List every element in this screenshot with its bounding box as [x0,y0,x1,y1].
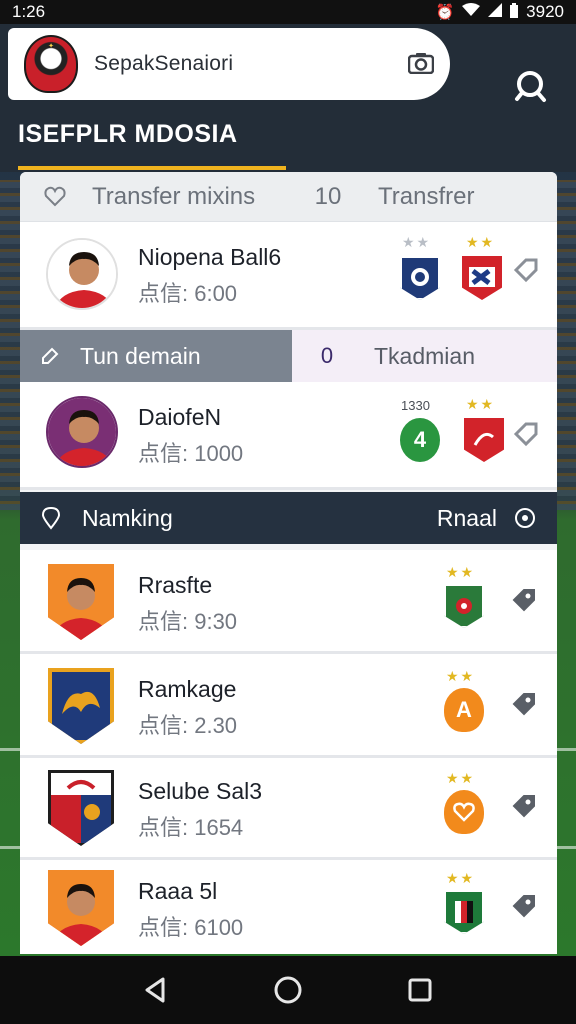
sub-tab-label: Tun demain [80,342,201,369]
player-name: Raaa 5l [138,878,218,904]
player-value: 点信: 6:00 [138,281,238,306]
club-badge [444,790,484,834]
alarm-icon: ⏰ [435,4,455,21]
tag-icon[interactable] [512,256,540,284]
club-badge: 4 [400,418,440,462]
tab-label: Transfer mixins [92,183,256,210]
status-time: 1:26 [12,2,46,21]
status-icons: ⏰ 3920 [435,2,564,22]
player-name: Niopena Ball6 [138,244,282,270]
player-avatar [46,396,118,468]
ranking-right-label[interactable]: Rnaal [437,505,497,532]
pin-icon [41,506,61,530]
player-name: Selube Sal3 [138,778,263,804]
club-badge [462,256,502,300]
rating-stars: ★★ [446,870,476,886]
badge-label: 1330 [401,398,430,413]
tag-icon[interactable] [512,420,540,448]
player-avatar [48,770,114,846]
list-item[interactable]: Selube Sal3 点信: 1654 ★★ [20,758,557,860]
list-item[interactable]: Ramkage 点信: 2.30 ★★ A [20,654,557,758]
player-avatar [48,564,114,640]
player-name: Ramkage [138,676,237,702]
list-item[interactable]: DaiofeN 点信: 1000 1330 4 ★★ [20,382,557,490]
back-icon[interactable] [141,975,171,1005]
player-value: 点信: 9:30 [138,609,238,634]
rating-stars: ★★ [466,234,496,250]
search-bar[interactable]: ✦ SepakSenaiori [8,28,450,100]
player-avatar [48,870,114,946]
recents-icon[interactable] [405,975,435,1005]
tab-indicator [18,166,286,170]
edit-icon [42,347,59,364]
tab-tkadmian[interactable]: Tkadmian [362,330,557,382]
tab-count: 10 [314,182,342,210]
tab-transfer-mixins[interactable]: Transfer mixins [20,172,288,222]
battery-icon [510,2,519,22]
tab-transfer[interactable]: Transfrer [368,172,557,221]
list-item[interactable]: Rrasfte 点信: 9:30 ★★ [20,550,557,654]
rating-stars: ★★ [446,770,476,786]
club-badge [464,418,504,462]
list-item[interactable]: Niopena Ball6 点信: 6:00 ★★ ★★ [20,222,557,330]
system-nav-bar [0,956,576,1024]
tag-icon[interactable] [510,792,538,820]
camera-icon[interactable] [408,52,434,74]
player-value: 点信: 1654 [138,815,244,840]
player-avatar [46,238,118,310]
section-title: ISEFPLR MDOSIA [18,120,238,148]
tag-icon[interactable] [510,586,538,614]
club-logo: ✦ [24,35,78,93]
transfer-tabs: Transfer mixins 10 Transfrer [20,172,557,222]
app-header: ✦ SepakSenaiori ISEFPLR MDOSIA [0,24,576,172]
club-badge: A [444,688,484,732]
club-badge [444,890,484,934]
tag-icon[interactable] [510,892,538,920]
status-bar: 1:26 ⏰ 3920 [0,0,576,24]
player-value: 点信: 6100 [138,915,244,940]
search-icon[interactable] [512,68,548,104]
rating-stars: ★★ [466,396,496,412]
signal-icon [488,3,503,21]
ranking-label: Namking [82,504,173,531]
wifi-icon [462,3,481,21]
rating-stars: ★★ [402,234,432,250]
player-name: DaiofeN [138,404,222,430]
player-value: 点信: 1000 [138,441,244,466]
tab-tun-demain[interactable]: Tun demain [20,330,292,382]
player-avatar [48,668,114,744]
battery-level: 3920 [526,2,564,21]
ranking-right: Rnaal [437,505,537,532]
rating-stars: ★★ [446,668,476,684]
player-value: 点信: 2.30 [138,713,238,738]
home-icon[interactable] [273,975,303,1005]
sub-tabs: Tun demain 0 Tkadmian [20,330,557,382]
heart-icon [44,186,66,207]
ranking-header: Namking Rnaal [20,492,557,544]
sub-tab-count: 0 [292,330,362,382]
club-badge [444,584,484,628]
rating-stars: ★★ [446,564,476,580]
club-badge [400,256,440,300]
list-item[interactable]: Raaa 5l 点信: 6100 ★★ [20,860,557,954]
app-title: SepakSenaiori [94,52,234,75]
player-name: Rrasfte [138,572,213,598]
refresh-icon[interactable] [513,506,537,530]
content-panel: Transfer mixins 10 Transfrer Niopena Bal… [20,172,557,954]
tag-icon[interactable] [510,690,538,718]
